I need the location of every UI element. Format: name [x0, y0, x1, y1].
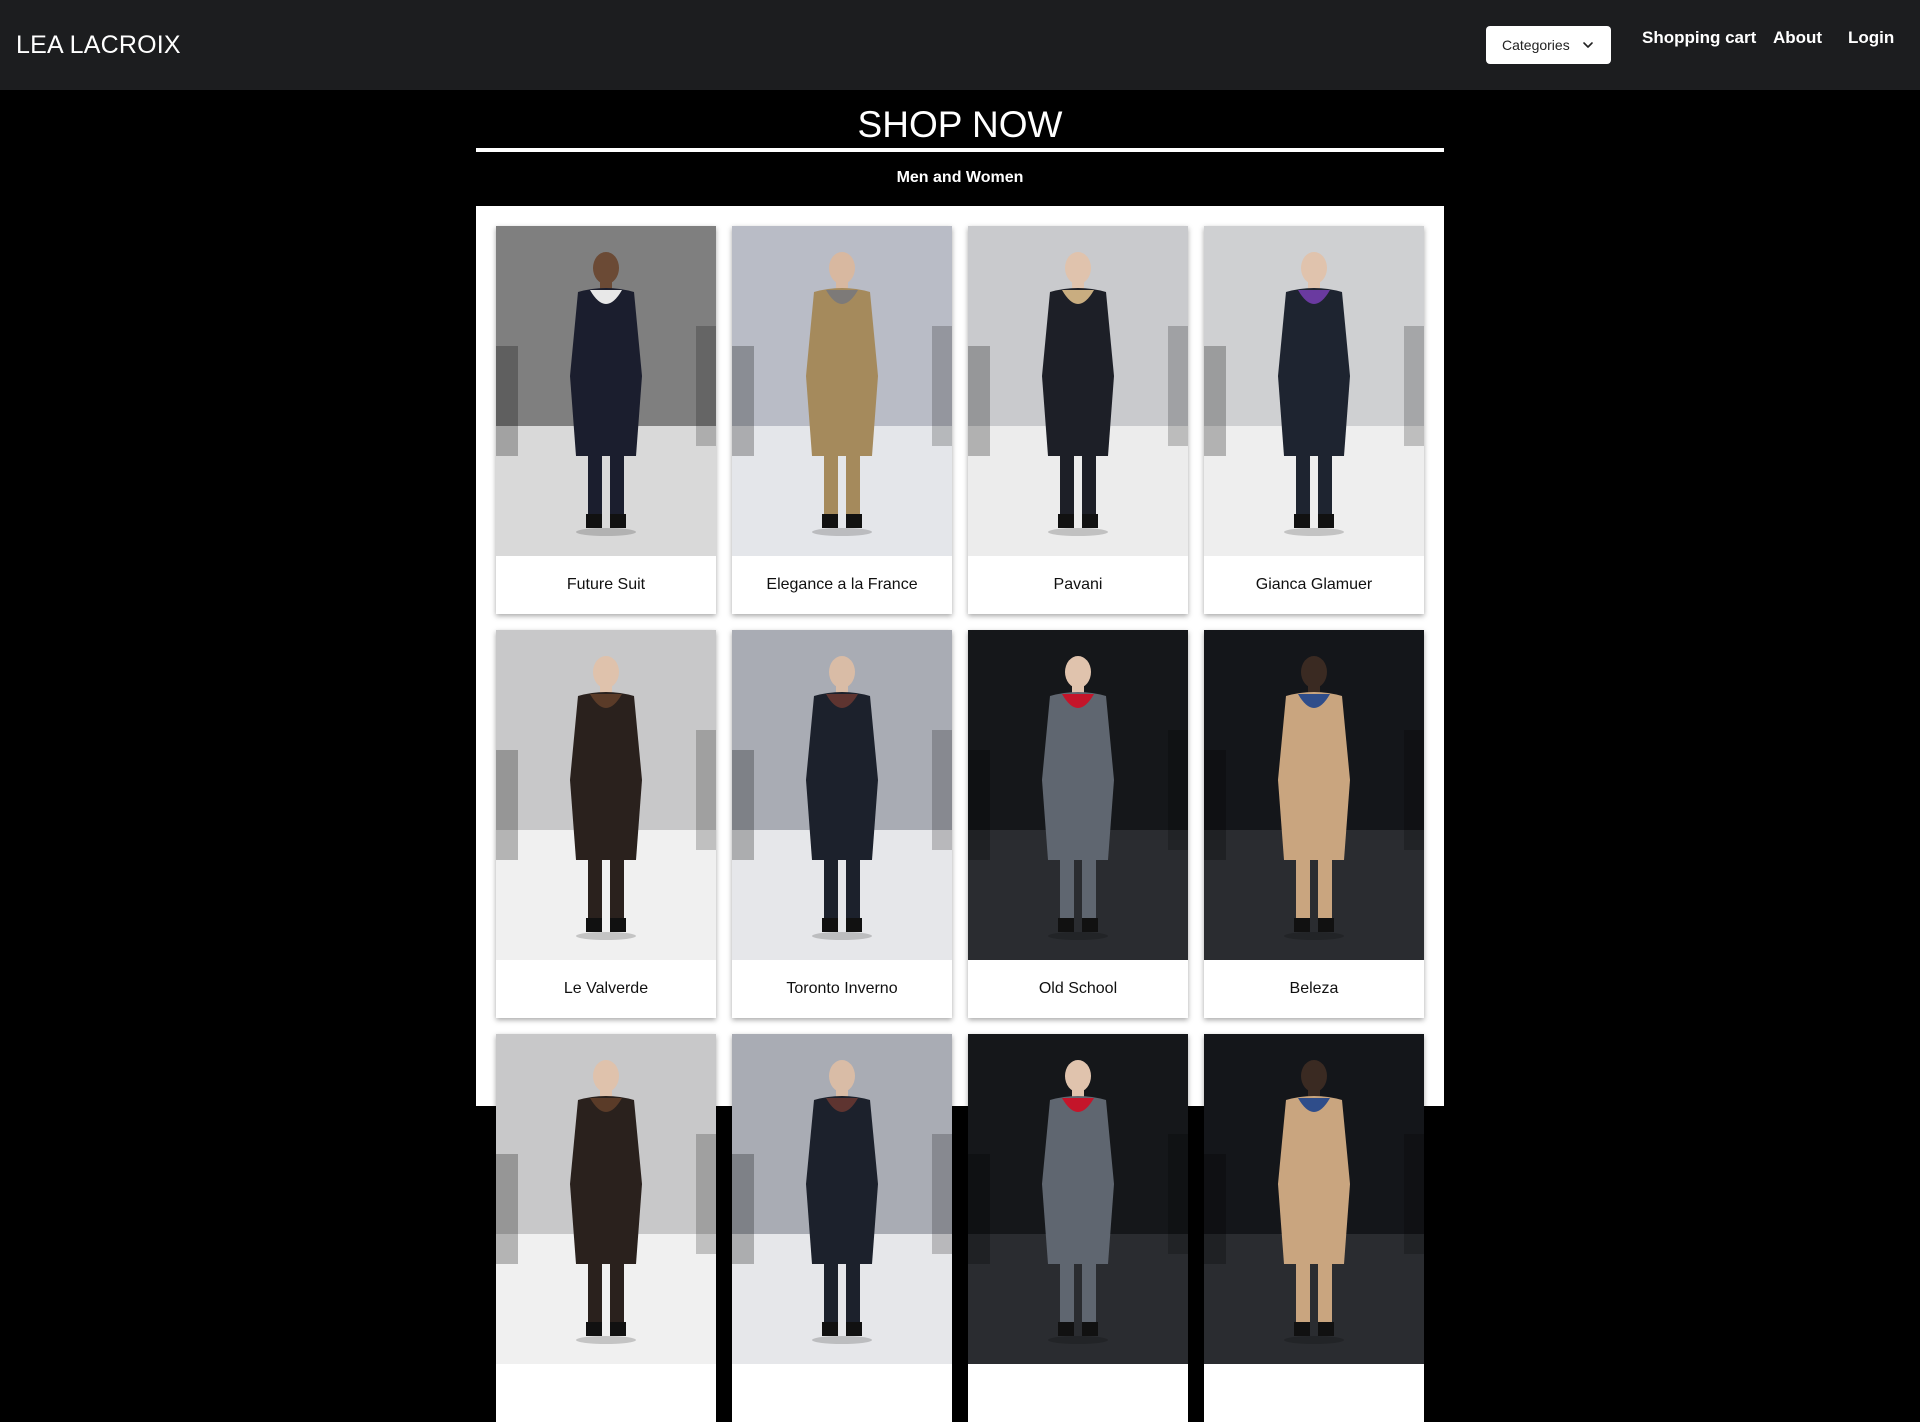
runway-photo: [496, 226, 716, 556]
runway-photo: [496, 630, 716, 960]
product-card[interactable]: [732, 1034, 952, 1422]
product-image[interactable]: [732, 1034, 952, 1364]
categories-label: Categories: [1502, 37, 1570, 53]
product-panel: Future Suit Elegance a la France Pavani Gia…: [476, 206, 1444, 1422]
product-name[interactable]: Toronto Inverno: [732, 960, 952, 1018]
runway-photo: [968, 226, 1188, 556]
runway-photo: [732, 1034, 952, 1364]
product-image[interactable]: [1204, 226, 1424, 556]
nav-about-link[interactable]: About: [1773, 26, 1822, 50]
runway-photo: [968, 1034, 1188, 1364]
product-image[interactable]: [968, 226, 1188, 556]
page-title: SHOP NOW: [857, 104, 1063, 145]
product-image[interactable]: [968, 1034, 1188, 1364]
product-grid: Future Suit Elegance a la France Pavani Gia…: [496, 226, 1424, 1422]
nav-shopping-cart-link[interactable]: Shopping cart: [1642, 26, 1756, 50]
product-image[interactable]: [968, 630, 1188, 960]
runway-photo: [1204, 226, 1424, 556]
product-card[interactable]: Le Valverde: [496, 630, 716, 1018]
product-name[interactable]: [968, 1364, 1188, 1422]
product-name[interactable]: Future Suit: [496, 556, 716, 614]
top-navbar: LEA LACROIX Categories Shopping cart Abo…: [0, 0, 1920, 90]
product-name[interactable]: [496, 1364, 716, 1422]
brand-logo[interactable]: LEA LACROIX: [16, 27, 181, 63]
product-image[interactable]: [496, 1034, 716, 1364]
page-subtitle: Men and Women: [896, 169, 1024, 186]
product-card[interactable]: Toronto Inverno: [732, 630, 952, 1018]
product-name[interactable]: [1204, 1364, 1424, 1422]
product-name[interactable]: Beleza: [1204, 960, 1424, 1018]
runway-photo: [1204, 630, 1424, 960]
shop-heading-section: SHOP NOW Men and Women: [476, 100, 1444, 187]
product-name[interactable]: Old School: [968, 960, 1188, 1018]
runway-photo: [1204, 1034, 1424, 1364]
product-name[interactable]: Elegance a la France: [732, 556, 952, 614]
product-card[interactable]: Gianca Glamuer: [1204, 226, 1424, 614]
product-name[interactable]: Le Valverde: [496, 960, 716, 1018]
product-image[interactable]: [1204, 1034, 1424, 1364]
product-card[interactable]: [1204, 1034, 1424, 1422]
chevron-down-icon: [1582, 42, 1593, 48]
product-card[interactable]: [968, 1034, 1188, 1422]
product-image[interactable]: [496, 630, 716, 960]
product-image[interactable]: [732, 630, 952, 960]
runway-photo: [732, 226, 952, 556]
product-image[interactable]: [732, 226, 952, 556]
product-name[interactable]: Pavani: [968, 556, 1188, 614]
product-card[interactable]: Beleza: [1204, 630, 1424, 1018]
product-image[interactable]: [496, 226, 716, 556]
product-card[interactable]: Pavani: [968, 226, 1188, 614]
product-name[interactable]: [732, 1364, 952, 1422]
nav-login-link[interactable]: Login: [1848, 26, 1894, 50]
runway-photo: [496, 1034, 716, 1364]
product-card[interactable]: Elegance a la France: [732, 226, 952, 614]
product-card[interactable]: Old School: [968, 630, 1188, 1018]
product-name[interactable]: Gianca Glamuer: [1204, 556, 1424, 614]
runway-photo: [968, 630, 1188, 960]
product-card[interactable]: [496, 1034, 716, 1422]
product-image[interactable]: [1204, 630, 1424, 960]
product-card[interactable]: Future Suit: [496, 226, 716, 614]
categories-dropdown-button[interactable]: Categories: [1486, 26, 1611, 64]
runway-photo: [732, 630, 952, 960]
